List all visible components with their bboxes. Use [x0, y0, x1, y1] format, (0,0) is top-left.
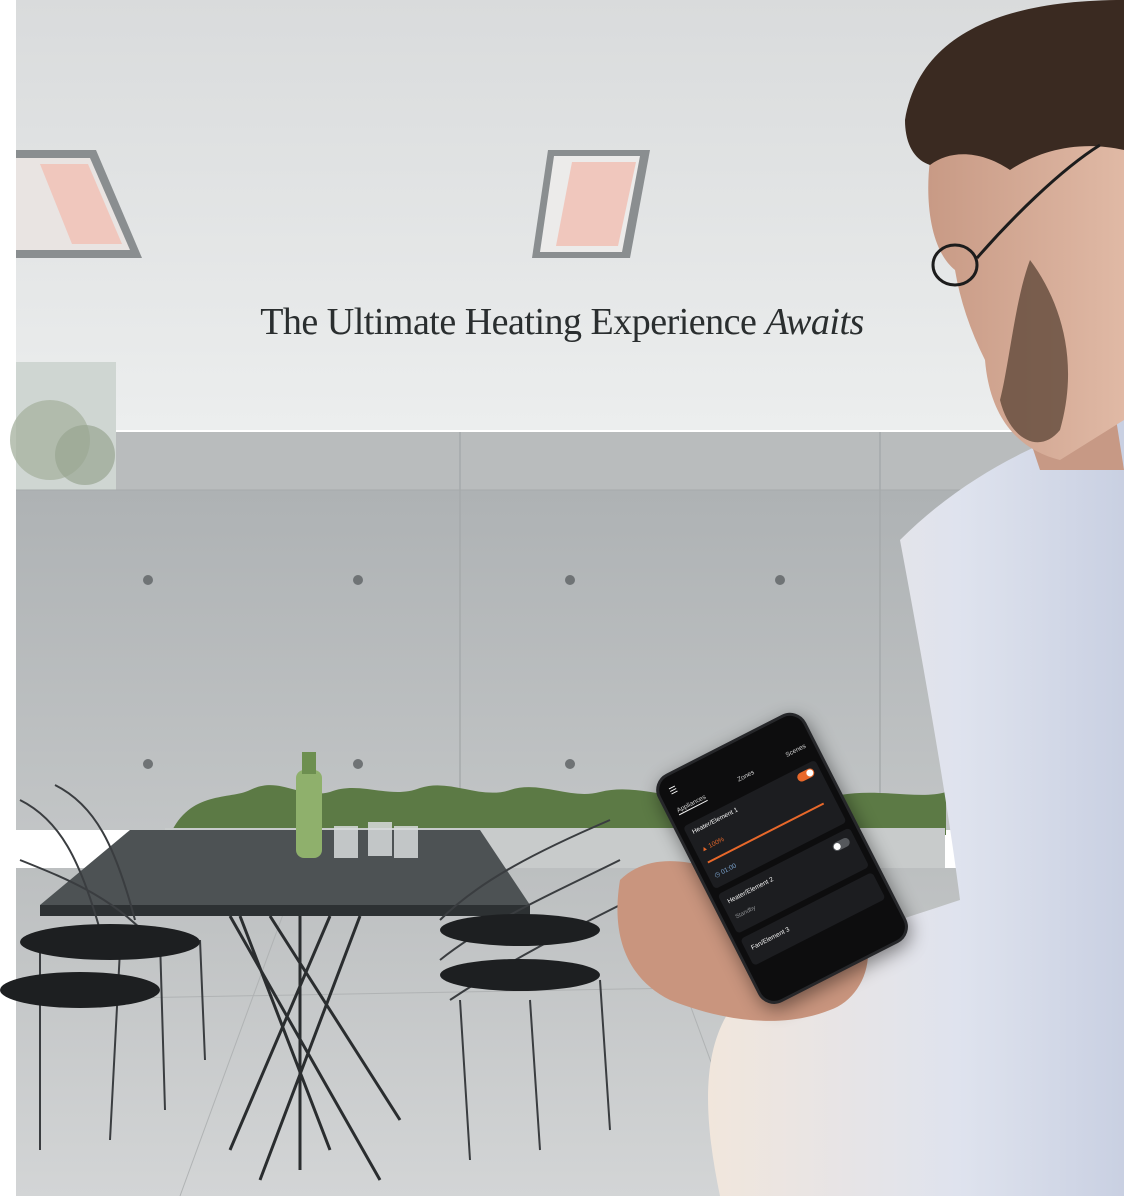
menu-icon[interactable]: ☰	[667, 784, 679, 797]
appliance-status: Standby	[734, 905, 757, 921]
headline-main: The Ultimate Heating Experience	[260, 301, 757, 343]
appliance-name: Fan/Element 3	[750, 926, 791, 952]
outdoor-dining-photo	[0, 0, 1124, 1196]
tab-scenes[interactable]: Scenes	[785, 743, 808, 760]
hero-scene: The Ultimate Heating Experience Awaits ☰…	[0, 0, 1124, 1196]
appliance-name: Heater/Element 2	[726, 876, 775, 906]
power-toggle[interactable]	[831, 836, 852, 853]
headline-emphasis: Awaits	[765, 301, 864, 343]
heat-level: 100%	[707, 836, 726, 850]
timer-value: 01:00	[719, 862, 738, 877]
power-toggle[interactable]	[795, 766, 816, 784]
headline: The Ultimate Heating Experience Awaits	[0, 300, 1124, 344]
ceiling-heater-center	[532, 150, 650, 258]
tab-appliances[interactable]: Appliances	[675, 793, 708, 816]
appliance-name: Heater/Element 1	[691, 806, 740, 836]
tab-zones[interactable]: Zones	[736, 769, 756, 784]
